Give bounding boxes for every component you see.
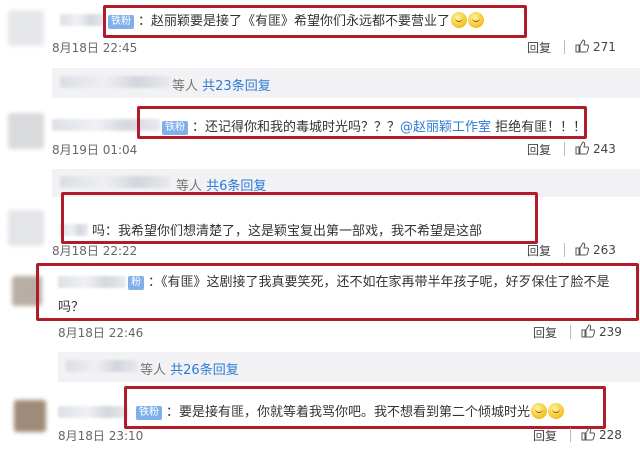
like-button[interactable]: 228 bbox=[581, 427, 622, 442]
highlight-box bbox=[36, 263, 639, 321]
timestamp: 8月18日 22:22 bbox=[52, 244, 138, 258]
like-button[interactable]: 263 bbox=[575, 242, 616, 257]
like-count: 243 bbox=[593, 142, 616, 156]
thumbs-up-icon bbox=[575, 39, 589, 53]
reply-button[interactable]: 回复 bbox=[527, 242, 551, 259]
reply-count-link[interactable]: 共26条回复 bbox=[170, 363, 239, 378]
reply-prefix: 等人 bbox=[172, 79, 199, 94]
avatar[interactable] bbox=[8, 10, 44, 46]
thumbs-up-icon bbox=[575, 141, 589, 155]
highlight-box bbox=[137, 106, 587, 139]
highlight-box bbox=[124, 386, 606, 429]
reply-button[interactable]: 回复 bbox=[527, 39, 551, 56]
username bbox=[60, 176, 170, 188]
like-count: 239 bbox=[599, 325, 622, 339]
reply-summary-text[interactable]: 等人 共23条回复 bbox=[172, 75, 271, 94]
avatar[interactable] bbox=[8, 113, 44, 149]
like-button[interactable]: 271 bbox=[575, 39, 616, 54]
timestamp: 8月19日 01:04 bbox=[52, 143, 138, 157]
username[interactable] bbox=[60, 14, 104, 26]
avatar[interactable] bbox=[14, 400, 46, 432]
divider bbox=[570, 325, 571, 339]
divider bbox=[570, 428, 571, 442]
thumbs-up-icon bbox=[575, 242, 589, 256]
timestamp: 8月18日 22:46 bbox=[58, 326, 144, 340]
like-count: 228 bbox=[599, 428, 622, 442]
like-button[interactable]: 239 bbox=[581, 324, 622, 339]
highlight-box bbox=[103, 5, 527, 38]
username[interactable] bbox=[58, 406, 128, 418]
reply-count-link[interactable]: 共23条回复 bbox=[202, 79, 271, 94]
highlight-box bbox=[61, 192, 538, 244]
divider bbox=[564, 243, 565, 257]
username bbox=[66, 360, 138, 372]
thumbs-up-icon bbox=[581, 427, 595, 441]
reply-button[interactable]: 回复 bbox=[527, 141, 551, 158]
reply-prefix: 等人 bbox=[140, 363, 167, 378]
reply-summary-text[interactable]: 等人 共26条回复 bbox=[140, 359, 239, 378]
username bbox=[60, 76, 170, 88]
timestamp: 8月18日 22:45 bbox=[52, 41, 138, 55]
divider bbox=[564, 142, 565, 156]
reply-button[interactable]: 回复 bbox=[533, 427, 557, 444]
like-count: 263 bbox=[593, 243, 616, 257]
thumbs-up-icon bbox=[581, 324, 595, 338]
like-button[interactable]: 243 bbox=[575, 141, 616, 156]
avatar[interactable] bbox=[8, 210, 44, 246]
divider bbox=[564, 40, 565, 54]
like-count: 271 bbox=[593, 40, 616, 54]
timestamp: 8月18日 23:10 bbox=[58, 429, 144, 443]
reply-button[interactable]: 回复 bbox=[533, 324, 557, 341]
